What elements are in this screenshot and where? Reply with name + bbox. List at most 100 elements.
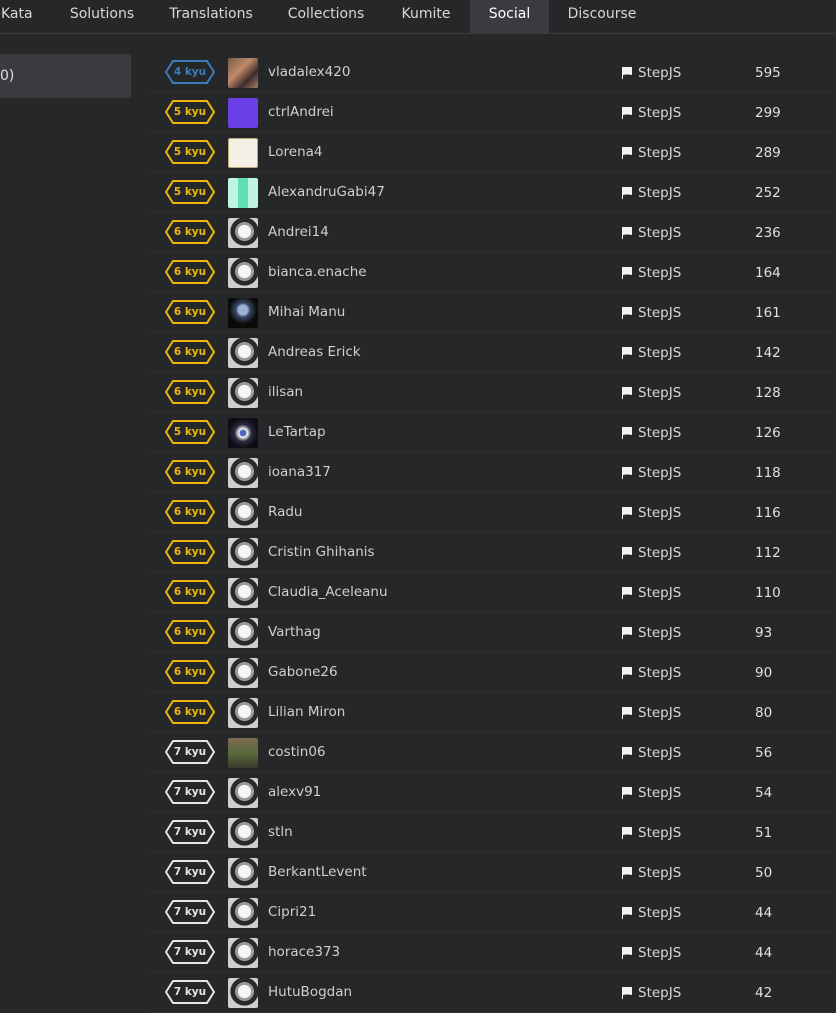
- member-row[interactable]: 7 kyu BerkantLevent StepJS 50: [147, 853, 836, 893]
- avatar[interactable]: [228, 978, 258, 1008]
- username-link[interactable]: Lorena4: [268, 133, 323, 172]
- avatar[interactable]: [228, 378, 258, 408]
- username-link[interactable]: alexv91: [268, 773, 321, 812]
- username-link[interactable]: Gabone26: [268, 653, 338, 692]
- clan-name[interactable]: StepJS: [638, 253, 681, 293]
- clan-name[interactable]: StepJS: [638, 693, 681, 733]
- clan-name[interactable]: StepJS: [638, 853, 681, 893]
- tab-translations[interactable]: Translations: [161, 0, 261, 33]
- member-row[interactable]: 5 kyu ctrlAndrei StepJS 299: [147, 93, 836, 133]
- member-row[interactable]: 5 kyu Lorena4 StepJS 289: [147, 133, 836, 173]
- avatar[interactable]: [228, 698, 258, 728]
- member-row[interactable]: 5 kyu LeTartap StepJS 126: [147, 413, 836, 453]
- member-row[interactable]: 7 kyu horace373 StepJS 44: [147, 933, 836, 973]
- username-link[interactable]: Claudia_Aceleanu: [268, 573, 388, 612]
- tab-discourse[interactable]: Discourse: [560, 0, 644, 33]
- member-row[interactable]: 7 kyu stln StepJS 51: [147, 813, 836, 853]
- avatar[interactable]: [228, 898, 258, 928]
- avatar[interactable]: [228, 298, 258, 328]
- avatar[interactable]: [228, 618, 258, 648]
- username-link[interactable]: LeTartap: [268, 413, 326, 452]
- tab-social[interactable]: Social: [470, 0, 549, 33]
- avatar[interactable]: [228, 418, 258, 448]
- clan-name[interactable]: StepJS: [638, 893, 681, 933]
- clan-name[interactable]: StepJS: [638, 613, 681, 653]
- avatar[interactable]: [228, 738, 258, 768]
- clan-name[interactable]: StepJS: [638, 333, 681, 373]
- member-row[interactable]: 6 kyu Andreas Erick StepJS 142: [147, 333, 836, 373]
- clan-name[interactable]: StepJS: [638, 213, 681, 253]
- clan-name[interactable]: StepJS: [638, 933, 681, 973]
- tab-kata[interactable]: Kata: [0, 0, 46, 33]
- username-link[interactable]: costin06: [268, 733, 326, 772]
- username-link[interactable]: Mihai Manu: [268, 293, 345, 332]
- avatar[interactable]: [228, 218, 258, 248]
- avatar[interactable]: [228, 818, 258, 848]
- clan-name[interactable]: StepJS: [638, 373, 681, 413]
- avatar[interactable]: [228, 58, 258, 88]
- member-row[interactable]: 6 kyu Radu StepJS 116: [147, 493, 836, 533]
- avatar[interactable]: [228, 578, 258, 608]
- username-link[interactable]: AlexandruGabi47: [268, 173, 385, 212]
- clan-name[interactable]: StepJS: [638, 973, 681, 1013]
- avatar[interactable]: [228, 778, 258, 808]
- member-row[interactable]: 7 kyu HutuBogdan StepJS 42: [147, 973, 836, 1013]
- clan-name[interactable]: StepJS: [638, 533, 681, 573]
- username-link[interactable]: horace373: [268, 933, 340, 972]
- avatar[interactable]: [228, 338, 258, 368]
- clan-name[interactable]: StepJS: [638, 773, 681, 813]
- username-link[interactable]: Cristin Ghihanis: [268, 533, 375, 572]
- avatar[interactable]: [228, 538, 258, 568]
- username-link[interactable]: stln: [268, 813, 293, 852]
- member-row[interactable]: 6 kyu ioana317 StepJS 118: [147, 453, 836, 493]
- username-link[interactable]: Andrei14: [268, 213, 329, 252]
- clan-name[interactable]: StepJS: [638, 453, 681, 493]
- member-row[interactable]: 6 kyu Mihai Manu StepJS 161: [147, 293, 836, 333]
- member-row[interactable]: 6 kyu bianca.enache StepJS 164: [147, 253, 836, 293]
- tab-solutions[interactable]: Solutions: [59, 0, 145, 33]
- avatar[interactable]: [228, 138, 258, 168]
- clan-name[interactable]: StepJS: [638, 93, 681, 133]
- username-link[interactable]: Lilian Miron: [268, 693, 345, 732]
- username-link[interactable]: ilisan: [268, 373, 303, 412]
- member-row[interactable]: 6 kyu ilisan StepJS 128: [147, 373, 836, 413]
- username-link[interactable]: Andreas Erick: [268, 333, 361, 372]
- member-row[interactable]: 6 kyu Gabone26 StepJS 90: [147, 653, 836, 693]
- clan-name[interactable]: StepJS: [638, 573, 681, 613]
- username-link[interactable]: Varthag: [268, 613, 321, 652]
- tab-kumite[interactable]: Kumite: [391, 0, 461, 33]
- avatar[interactable]: [228, 938, 258, 968]
- username-link[interactable]: vladalex420: [268, 53, 350, 92]
- member-row[interactable]: 6 kyu Claudia_Aceleanu StepJS 110: [147, 573, 836, 613]
- username-link[interactable]: ioana317: [268, 453, 331, 492]
- member-row[interactable]: 7 kyu Cipri21 StepJS 44: [147, 893, 836, 933]
- username-link[interactable]: Cipri21: [268, 893, 316, 932]
- avatar[interactable]: [228, 98, 258, 128]
- avatar[interactable]: [228, 858, 258, 888]
- username-link[interactable]: HutuBogdan: [268, 973, 352, 1012]
- avatar[interactable]: [228, 178, 258, 208]
- clan-name[interactable]: StepJS: [638, 813, 681, 853]
- clan-name[interactable]: StepJS: [638, 733, 681, 773]
- clan-name[interactable]: StepJS: [638, 493, 681, 533]
- username-link[interactable]: bianca.enache: [268, 253, 367, 292]
- clan-name[interactable]: StepJS: [638, 293, 681, 333]
- avatar[interactable]: [228, 258, 258, 288]
- clan-name[interactable]: StepJS: [638, 173, 681, 213]
- member-row[interactable]: 6 kyu Cristin Ghihanis StepJS 112: [147, 533, 836, 573]
- member-row[interactable]: 6 kyu Varthag StepJS 93: [147, 613, 836, 653]
- clan-name[interactable]: StepJS: [638, 413, 681, 453]
- member-row[interactable]: 6 kyu Andrei14 StepJS 236: [147, 213, 836, 253]
- avatar[interactable]: [228, 658, 258, 688]
- clan-name[interactable]: StepJS: [638, 53, 681, 93]
- sidebar-item-active[interactable]: 0): [0, 54, 131, 98]
- clan-name[interactable]: StepJS: [638, 653, 681, 693]
- member-row[interactable]: 7 kyu alexv91 StepJS 54: [147, 773, 836, 813]
- member-row[interactable]: 6 kyu Lilian Miron StepJS 80: [147, 693, 836, 733]
- avatar[interactable]: [228, 458, 258, 488]
- member-row[interactable]: 4 kyu vladalex420 StepJS 595: [147, 53, 836, 93]
- member-row[interactable]: 5 kyu AlexandruGabi47 StepJS 252: [147, 173, 836, 213]
- clan-name[interactable]: StepJS: [638, 133, 681, 173]
- avatar[interactable]: [228, 498, 258, 528]
- username-link[interactable]: Radu: [268, 493, 302, 532]
